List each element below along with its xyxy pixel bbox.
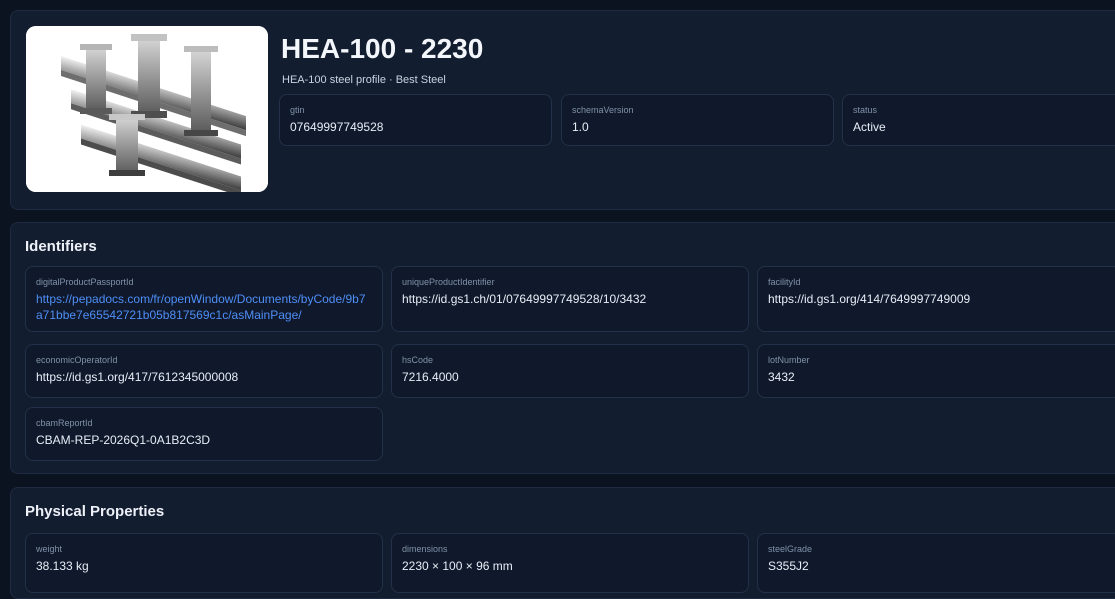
field-card-digital-product-passport-id: digitalProductPassportId https://pepadoc… [25,266,383,332]
passport-link[interactable]: https://pepadocs.com/fr/openWindow/Docum… [36,291,370,323]
field-card-facility-id: facilityId https://id.gs1.org/414/764999… [757,266,1115,332]
field-card-cbam-report-id: cbamReportId CBAM-REP-2026Q1-0A1B2C3D [25,407,383,461]
field-label: gtin [290,105,305,115]
field-card-steel-grade: steelGrade S355J2 [757,533,1115,593]
product-title: HEA-100 - 2230 [281,33,484,64]
product-header-panel: HEA-100 - 2230 HEA-100 steel profile · B… [10,10,1115,210]
field-label: uniqueProductIdentifier [402,277,495,287]
field-value: https://id.gs1.org/414/7649997749009 [768,292,971,306]
identifiers-heading: Identifiers [25,238,97,255]
physical-properties-heading: Physical Properties [25,503,165,520]
field-label: status [853,105,878,115]
field-value: Active [853,120,886,134]
field-card-economic-operator-id: economicOperatorId https://id.gs1.org/41… [25,344,383,398]
field-label: facilityId [768,277,801,287]
field-value: 2230 × 100 × 96 mm [402,559,513,573]
field-label: schemaVersion [572,105,634,115]
field-value: https://id.gs1.org/417/7612345000008 [36,370,239,384]
field-label: cbamReportId [36,418,93,428]
field-card-hs-code: hsCode 7216.4000 [391,344,749,398]
field-value: 07649997749528 [290,120,384,134]
summary-card-schema-version: schemaVersion 1.0 [561,94,834,146]
summary-card-status: status Active [842,94,1115,146]
identifiers-panel: Identifiers digitalProductPassportId htt… [10,222,1115,474]
field-label: weight [36,544,63,554]
field-value: S355J2 [768,559,809,573]
field-label: lotNumber [768,355,810,365]
product-image [26,26,268,192]
physical-properties-panel: Physical Properties weight 38.133 kg dim… [10,487,1115,599]
field-label: dimensions [402,544,448,554]
field-value: 7216.4000 [402,370,459,384]
field-card-lot-number: lotNumber 3432 [757,344,1115,398]
field-card-weight: weight 38.133 kg [25,533,383,593]
field-card-dimensions: dimensions 2230 × 100 × 96 mm [391,533,749,593]
field-value: https://id.gs1.ch/01/07649997749528/10/3… [402,292,647,306]
field-value: CBAM-REP-2026Q1-0A1B2C3D [36,433,211,447]
field-value: 3432 [768,370,795,384]
field-value: 1.0 [572,120,589,134]
product-subtitle: HEA-100 steel profile · Best Steel [282,74,446,86]
field-label: hsCode [402,355,434,365]
field-label: digitalProductPassportId [36,277,134,287]
summary-card-gtin: gtin 07649997749528 [279,94,552,146]
field-value: 38.133 kg [36,559,89,573]
field-card-unique-product-identifier: uniqueProductIdentifier https://id.gs1.c… [391,266,749,332]
field-label: steelGrade [768,544,813,554]
field-label: economicOperatorId [36,355,118,365]
steel-beams-illustration [26,26,268,192]
